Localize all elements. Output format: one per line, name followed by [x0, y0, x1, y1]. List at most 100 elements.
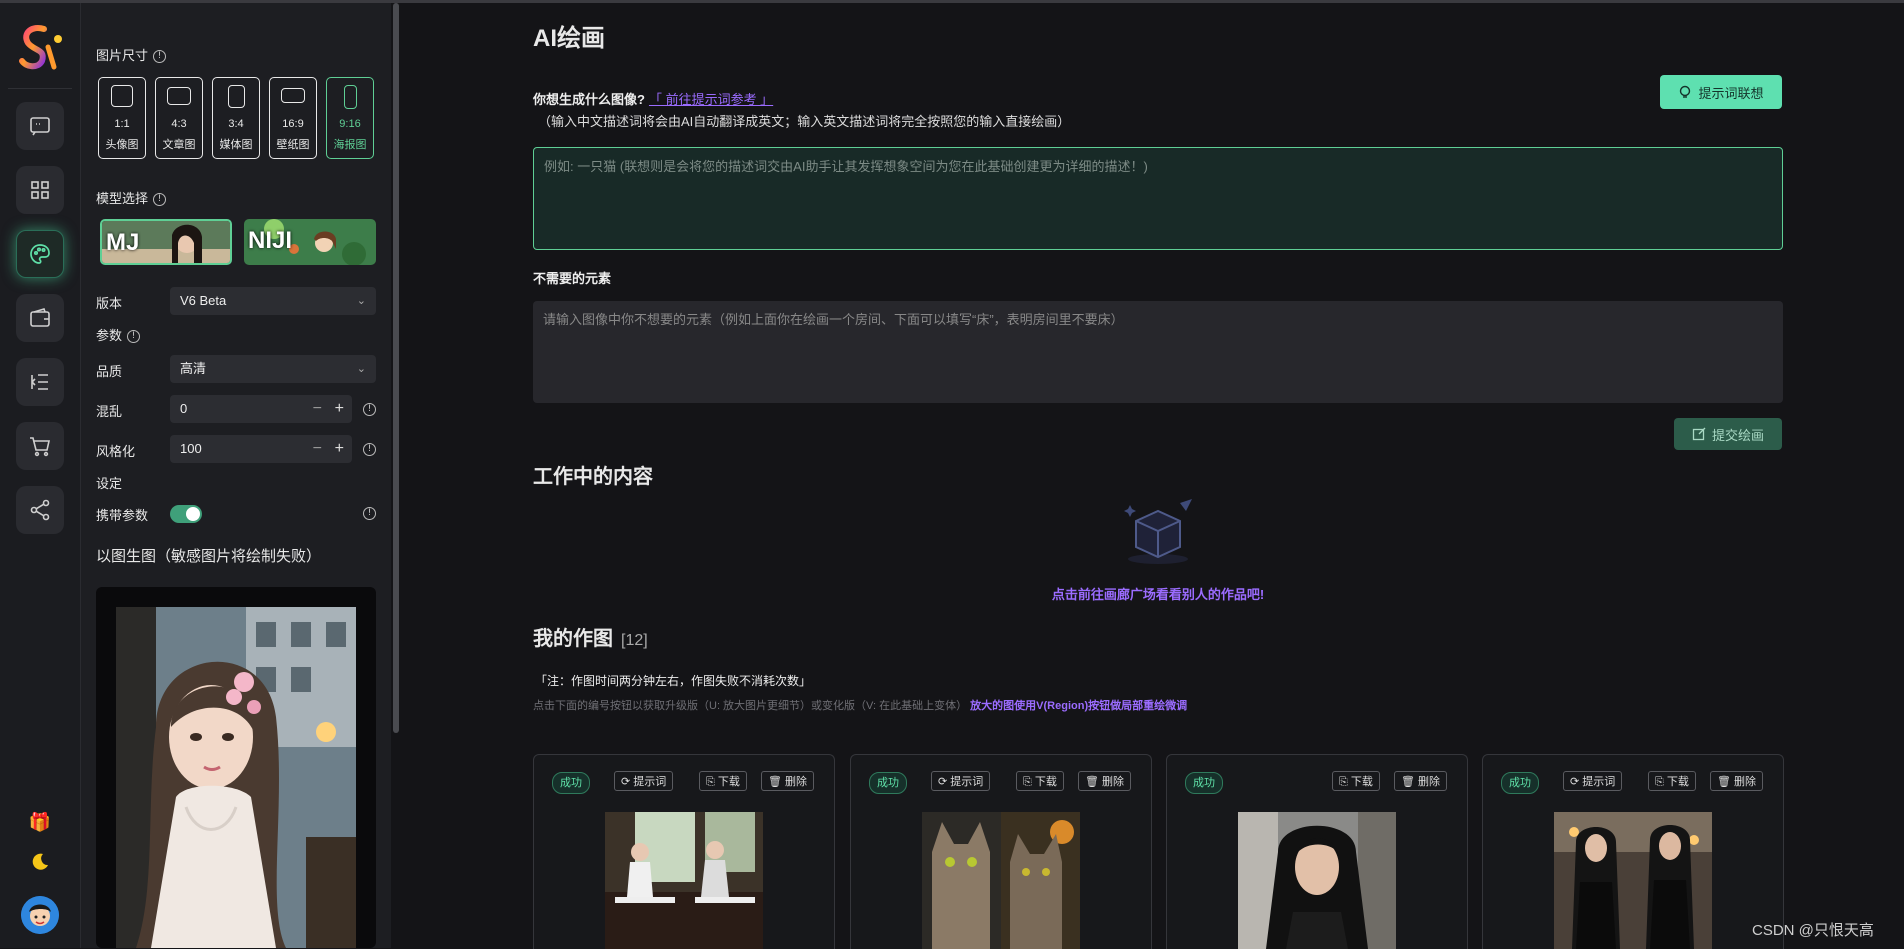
info-icon[interactable]: !: [153, 50, 167, 64]
info-icon[interactable]: !: [363, 507, 376, 520]
artwork-image[interactable]: [1554, 812, 1712, 949]
model-select-label: 模型选择!: [96, 188, 167, 207]
app-logo[interactable]: [14, 21, 66, 73]
version-value: V6 Beta: [180, 293, 227, 308]
delete-button[interactable]: 🗑 删除: [761, 771, 815, 791]
size-name: 文章图: [162, 139, 196, 151]
gift-icon[interactable]: 🎁: [26, 808, 54, 836]
stylize-label: 风格化: [96, 444, 136, 459]
share-nav-button[interactable]: [16, 486, 64, 534]
works-count: [12]: [621, 632, 648, 649]
size-ratio: 16:9: [282, 118, 304, 130]
portrait-shape-icon: [227, 85, 245, 108]
wallet-nav-button[interactable]: [16, 294, 64, 342]
info-icon[interactable]: !: [153, 193, 167, 207]
minus-icon[interactable]: −: [313, 435, 322, 463]
download-button[interactable]: ⎘ 下载: [699, 771, 747, 791]
reference-image: [116, 607, 356, 948]
download-button[interactable]: ⎘ 下载: [1648, 771, 1696, 791]
edit-icon: [1692, 427, 1706, 441]
stylize-stepper[interactable]: 100 − +: [170, 435, 352, 463]
info-icon[interactable]: !: [363, 443, 376, 456]
moon-icon[interactable]: [26, 848, 54, 876]
shop-nav-button[interactable]: [16, 422, 64, 470]
size-option-4-3[interactable]: 4:3 文章图: [155, 77, 203, 159]
rail-divider: [8, 88, 72, 89]
tall-shape-icon: [343, 85, 357, 109]
share-icon: [30, 499, 50, 521]
status-badge: 成功: [1501, 772, 1539, 794]
artwork-card: 成功 ⟳ 提示词 ⎘ 下载 🗑 删除: [1482, 754, 1784, 949]
icon-rail: 🎁: [0, 3, 81, 948]
info-icon[interactable]: !: [363, 403, 376, 416]
delete-button[interactable]: 🗑 删除: [1078, 771, 1132, 791]
chat-icon: [30, 117, 50, 136]
prompt-associate-button[interactable]: 提示词联想: [1660, 75, 1782, 109]
prompt-button[interactable]: ⟳ 提示词: [614, 771, 674, 791]
size-name: 海报图: [333, 139, 367, 151]
reference-image-frame[interactable]: [96, 587, 376, 948]
prompt-button[interactable]: ⟳ 提示词: [1563, 771, 1623, 791]
model-mj-card[interactable]: MJ: [100, 219, 232, 265]
chaos-stepper[interactable]: 0 − +: [170, 395, 352, 423]
artwork-image[interactable]: [1238, 812, 1396, 949]
prompt-button[interactable]: ⟳ 提示词: [931, 771, 991, 791]
working-section-title: 工作中的内容: [533, 466, 653, 488]
apps-nav-button[interactable]: [16, 166, 64, 214]
size-option-3-4[interactable]: 3:4 媒体图: [212, 77, 260, 159]
size-ratio: 3:4: [228, 118, 244, 130]
prompt-reference-link[interactable]: 「 前往提示词参考 」: [649, 92, 773, 107]
region-note-highlight: 放大的图使用V(Region)按钮做局部重绘微调: [970, 700, 1188, 712]
chaos-label: 混乱: [96, 404, 123, 419]
submit-drawing-button[interactable]: 提交绘画: [1674, 418, 1782, 450]
drawing-nav-button[interactable]: [16, 230, 64, 278]
download-button[interactable]: ⎘ 下载: [1016, 771, 1064, 791]
carry-params-toggle[interactable]: [170, 505, 202, 523]
artwork-image[interactable]: [922, 812, 1080, 949]
artwork-card: 成功 ⟳ 提示词 ⎘ 下载 🗑 删除: [533, 754, 835, 949]
grid-icon: [31, 181, 49, 199]
download-button[interactable]: ⎘ 下载: [1332, 771, 1380, 791]
prompt-question: 你想生成什么图像? 「 前往提示词参考 」: [533, 92, 774, 107]
prompt-associate-label: 提示词联想: [1698, 85, 1764, 101]
panel-scrollbar[interactable]: [393, 3, 399, 733]
img2img-label: 以图生图（敏感图片将绘制失败）: [96, 548, 322, 565]
my-works-title: 我的作图 [12]: [533, 628, 648, 650]
gallery-link[interactable]: 点击前往画廊广场看看别人的作品吧!: [1038, 584, 1278, 603]
minus-icon[interactable]: −: [313, 395, 322, 423]
settings-label: 设定: [96, 476, 123, 491]
size-ratio: 4:3: [171, 118, 187, 130]
size-option-9-16[interactable]: 9:16 海报图: [326, 77, 374, 159]
chevron-down-icon: ⌄: [356, 295, 366, 307]
chat-nav-button[interactable]: [16, 102, 64, 150]
info-icon[interactable]: !: [127, 330, 141, 344]
size-ratio: 9:16: [339, 118, 361, 130]
size-name: 头像图: [105, 139, 139, 151]
negative-placeholder: 请输入图像中你不想要的元素（例如上面你在绘画一个房间、下面可以填写“床”，表明房…: [543, 312, 1124, 327]
prompt-textarea[interactable]: 例如: 一只猫 (联想则是会将您的描述词交由AI助手让其发挥想象空间为您在此基础…: [533, 147, 1783, 250]
quality-value: 高清: [180, 361, 207, 376]
size-ratio: 1:1: [114, 118, 130, 130]
user-avatar[interactable]: [21, 896, 59, 934]
bulb-icon: [1680, 85, 1691, 98]
list-nav-button[interactable]: [16, 358, 64, 406]
artwork-image[interactable]: [605, 812, 763, 949]
delete-button[interactable]: 🗑 删除: [1394, 771, 1448, 791]
delete-button[interactable]: 🗑 删除: [1710, 771, 1764, 791]
size-option-1-1[interactable]: 1:1 头像图: [98, 77, 146, 159]
size-option-16-9[interactable]: 16:9 壁纸图: [269, 77, 317, 159]
size-name: 媒体图: [219, 139, 253, 151]
quality-select[interactable]: 高清 ⌄: [170, 355, 376, 383]
status-badge: 成功: [869, 772, 907, 794]
plus-icon[interactable]: +: [335, 395, 344, 423]
upscale-note: 点击下面的编号按钮以获取升级版（U: 放大图片更细节）或变化版（V: 在此基础上…: [533, 700, 1188, 712]
plus-icon[interactable]: +: [335, 435, 344, 463]
model-niji-card[interactable]: NIJI: [244, 219, 376, 265]
wide-shape-icon: [281, 88, 305, 103]
negative-prompt-textarea[interactable]: 请输入图像中你不想要的元素（例如上面你在绘画一个房间、下面可以填写“床”，表明房…: [533, 301, 1783, 403]
square-shape-icon: [111, 85, 133, 107]
landscape-shape-icon: [167, 87, 191, 105]
version-select[interactable]: V6 Beta ⌄: [170, 287, 376, 315]
negative-prompt-label: 不需要的元素: [533, 271, 612, 286]
cart-icon: [30, 437, 50, 457]
